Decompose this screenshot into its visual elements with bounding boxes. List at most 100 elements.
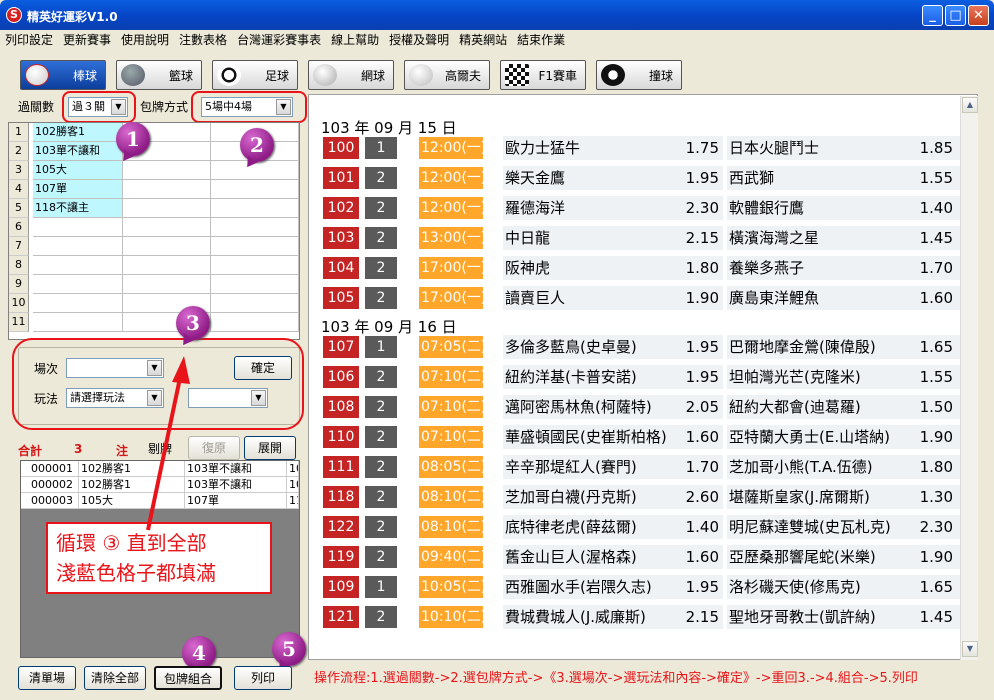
combine-button[interactable]: 包牌組合	[154, 666, 222, 690]
match-row[interactable]: 106 2 07:10(二) 紐約洋基(卡普安諾) 1.95 坦帕灣光芒(克隆米…	[323, 365, 963, 389]
list-item[interactable]: 000003 105大 107單 11	[21, 493, 299, 509]
match-count: 2	[365, 606, 397, 628]
clear-all-button[interactable]: 清除全部	[84, 666, 146, 690]
grid-cell[interactable]: 102勝客1	[33, 123, 123, 142]
clear-match-button[interactable]: 清單場	[18, 666, 76, 690]
sport-golf-button[interactable]: 高爾夫	[404, 60, 490, 90]
expand-button[interactable]: 展開	[244, 436, 296, 460]
row-header: 2	[9, 142, 29, 161]
list-cell: 102勝客1	[79, 461, 185, 476]
grid-cell[interactable]	[123, 161, 211, 180]
maximize-button[interactable]: □	[945, 5, 966, 26]
sport-soccer-button[interactable]: 足球	[212, 60, 298, 90]
match-number: 101	[323, 167, 359, 189]
grid-cell[interactable]	[123, 180, 211, 199]
grid-cell[interactable]	[33, 218, 123, 237]
menu-item[interactable]: 線上幫助	[326, 30, 384, 50]
close-button[interactable]: ✕	[968, 5, 989, 26]
menu-item[interactable]: 授權及聲明	[384, 30, 454, 50]
grid-cell[interactable]	[33, 313, 123, 332]
match-row[interactable]: 107 1 07:05(二) 多倫多藍鳥(史卓曼) 1.95 巴爾地摩金鶯(陳偉…	[323, 335, 963, 359]
menu-item[interactable]: 結束作業	[512, 30, 570, 50]
match-row[interactable]: 109 1 10:05(二) 西雅圖水手(岩隈久志) 1.95 洛杉磯天使(修馬…	[323, 575, 963, 599]
menu-item[interactable]: 台灣運彩賽事表	[232, 30, 326, 50]
match-row[interactable]: 119 2 09:40(二) 舊金山巨人(渥格森) 1.60 亞歷桑那響尾蛇(米…	[323, 545, 963, 569]
match-row[interactable]: 121 2 10:10(二) 費城費城人(J.威廉斯) 2.15 聖地牙哥教士(…	[323, 605, 963, 629]
grid-cell[interactable]	[123, 256, 211, 275]
match-row[interactable]: 104 2 17:00(一) 阪神虎 1.80 養樂多燕子 1.70	[323, 256, 963, 280]
match-select[interactable]: ▼	[66, 358, 164, 378]
match-row[interactable]: 111 2 08:05(二) 辛辛那堤紅人(賽門) 1.70 芝加哥小熊(T.A…	[323, 455, 963, 479]
minimize-button[interactable]: _	[922, 5, 943, 26]
sport-billiard-button[interactable]: 撞球	[596, 60, 682, 90]
match-count: 1	[365, 336, 397, 358]
list-item[interactable]: 000001 102勝客1 103單不讓和 10	[21, 461, 299, 477]
sport-baseball-button[interactable]: 棒球	[20, 60, 106, 90]
menu-item[interactable]: 使用說明	[116, 30, 174, 50]
grid-cell[interactable]	[211, 199, 299, 218]
match-number: 121	[323, 606, 359, 628]
match-row[interactable]: 100 1 12:00(一) 歐力士猛牛 1.75 日本火腿鬥士 1.85	[323, 136, 963, 160]
sport-f1-button[interactable]: F1賽車	[500, 60, 586, 90]
grid-cell[interactable]	[211, 313, 299, 332]
play-label: 玩法	[34, 392, 59, 406]
list-item[interactable]: 000002 102勝客1 103單不讓和 10	[21, 477, 299, 493]
grid-cell[interactable]	[211, 237, 299, 256]
grid-cell[interactable]	[123, 275, 211, 294]
annotation-box: 循環 ③ 直到全部 淺藍色格子都填滿	[46, 522, 272, 594]
match-row[interactable]: 101 2 12:00(一) 樂天金鷹 1.95 西武獅 1.55	[323, 166, 963, 190]
remove-label[interactable]: 剔牌	[148, 440, 172, 457]
match-row[interactable]: 110 2 07:10(二) 華盛頓國民(史崔斯柏格) 1.60 亞特蘭大勇士(…	[323, 425, 963, 449]
grid-cell[interactable]	[211, 180, 299, 199]
grid-cell[interactable]	[211, 275, 299, 294]
menu-item[interactable]: 注數表格	[174, 30, 232, 50]
match-row[interactable]: 122 2 08:10(二) 底特律老虎(薛茲爾) 1.40 明尼蘇達雙城(史瓦…	[323, 515, 963, 539]
sport-basketball-button[interactable]: 籃球	[116, 60, 202, 90]
menu-item[interactable]: 列印設定	[0, 30, 58, 50]
grid-cell[interactable]: 103單不讓和	[33, 142, 123, 161]
odds-home: 1.55	[919, 368, 953, 386]
menu-item[interactable]: 更新賽事	[58, 30, 116, 50]
menu-item[interactable]: 精英網站	[454, 30, 512, 50]
print-button[interactable]: 列印	[234, 666, 292, 690]
highlight-ring	[12, 338, 304, 430]
match-row[interactable]: 102 2 12:00(一) 羅德海洋 2.30 軟體銀行鷹 1.40	[323, 196, 963, 220]
odds-home: 1.55	[919, 169, 953, 187]
grid-cell[interactable]: 105大	[33, 161, 123, 180]
vertical-scrollbar[interactable]: ▲ ▼	[960, 96, 978, 660]
scroll-down-icon[interactable]: ▼	[962, 641, 978, 657]
row-header: 10	[9, 294, 29, 313]
match-row[interactable]: 103 2 13:00(一) 中日龍 2.15 橫濱海灣之星 1.45	[323, 226, 963, 250]
grid-cell[interactable]	[211, 256, 299, 275]
grid-cell[interactable]	[33, 294, 123, 313]
list-cell: 103單不讓和	[185, 461, 287, 476]
grid-cell[interactable]	[123, 237, 211, 256]
grid-cell[interactable]: 118不讓主	[33, 199, 123, 218]
row-header: 11	[9, 313, 29, 332]
billiard-icon	[601, 64, 625, 86]
match-row[interactable]: 118 2 08:10(二) 芝加哥白襪(丹克斯) 2.60 堪薩斯皇家(J.席…	[323, 485, 963, 509]
grid-cell[interactable]: 107單	[33, 180, 123, 199]
match-time: 08:10(二)	[419, 516, 483, 538]
grid-cell[interactable]	[33, 275, 123, 294]
match-row[interactable]: 108 2 07:10(二) 邁阿密馬林魚(柯薩特) 2.05 紐約大都會(迪葛…	[323, 395, 963, 419]
restore-button[interactable]: 復原	[188, 436, 240, 460]
play-select[interactable]: 請選擇玩法 ▼	[66, 388, 164, 408]
match-time: 08:05(二)	[419, 456, 483, 478]
match-count: 2	[365, 167, 397, 189]
odds-away: 2.15	[685, 608, 719, 626]
baseball-icon	[25, 64, 49, 86]
match-row[interactable]: 105 2 17:00(一) 讀賣巨人 1.90 廣島東洋鯉魚 1.60	[323, 286, 963, 310]
grid-cell[interactable]	[33, 237, 123, 256]
scroll-up-icon[interactable]: ▲	[962, 97, 978, 113]
grid-cell[interactable]	[123, 199, 211, 218]
grid-cell[interactable]	[211, 218, 299, 237]
grid-cell[interactable]	[33, 256, 123, 275]
sport-tennis-button[interactable]: 網球	[308, 60, 394, 90]
list-cell: 107單	[185, 493, 287, 508]
grid-cell[interactable]	[123, 218, 211, 237]
odds-away: 1.75	[685, 139, 719, 157]
confirm-button[interactable]: 確定	[234, 356, 292, 380]
grid-cell[interactable]	[211, 294, 299, 313]
content-select[interactable]: ▼	[188, 388, 268, 408]
